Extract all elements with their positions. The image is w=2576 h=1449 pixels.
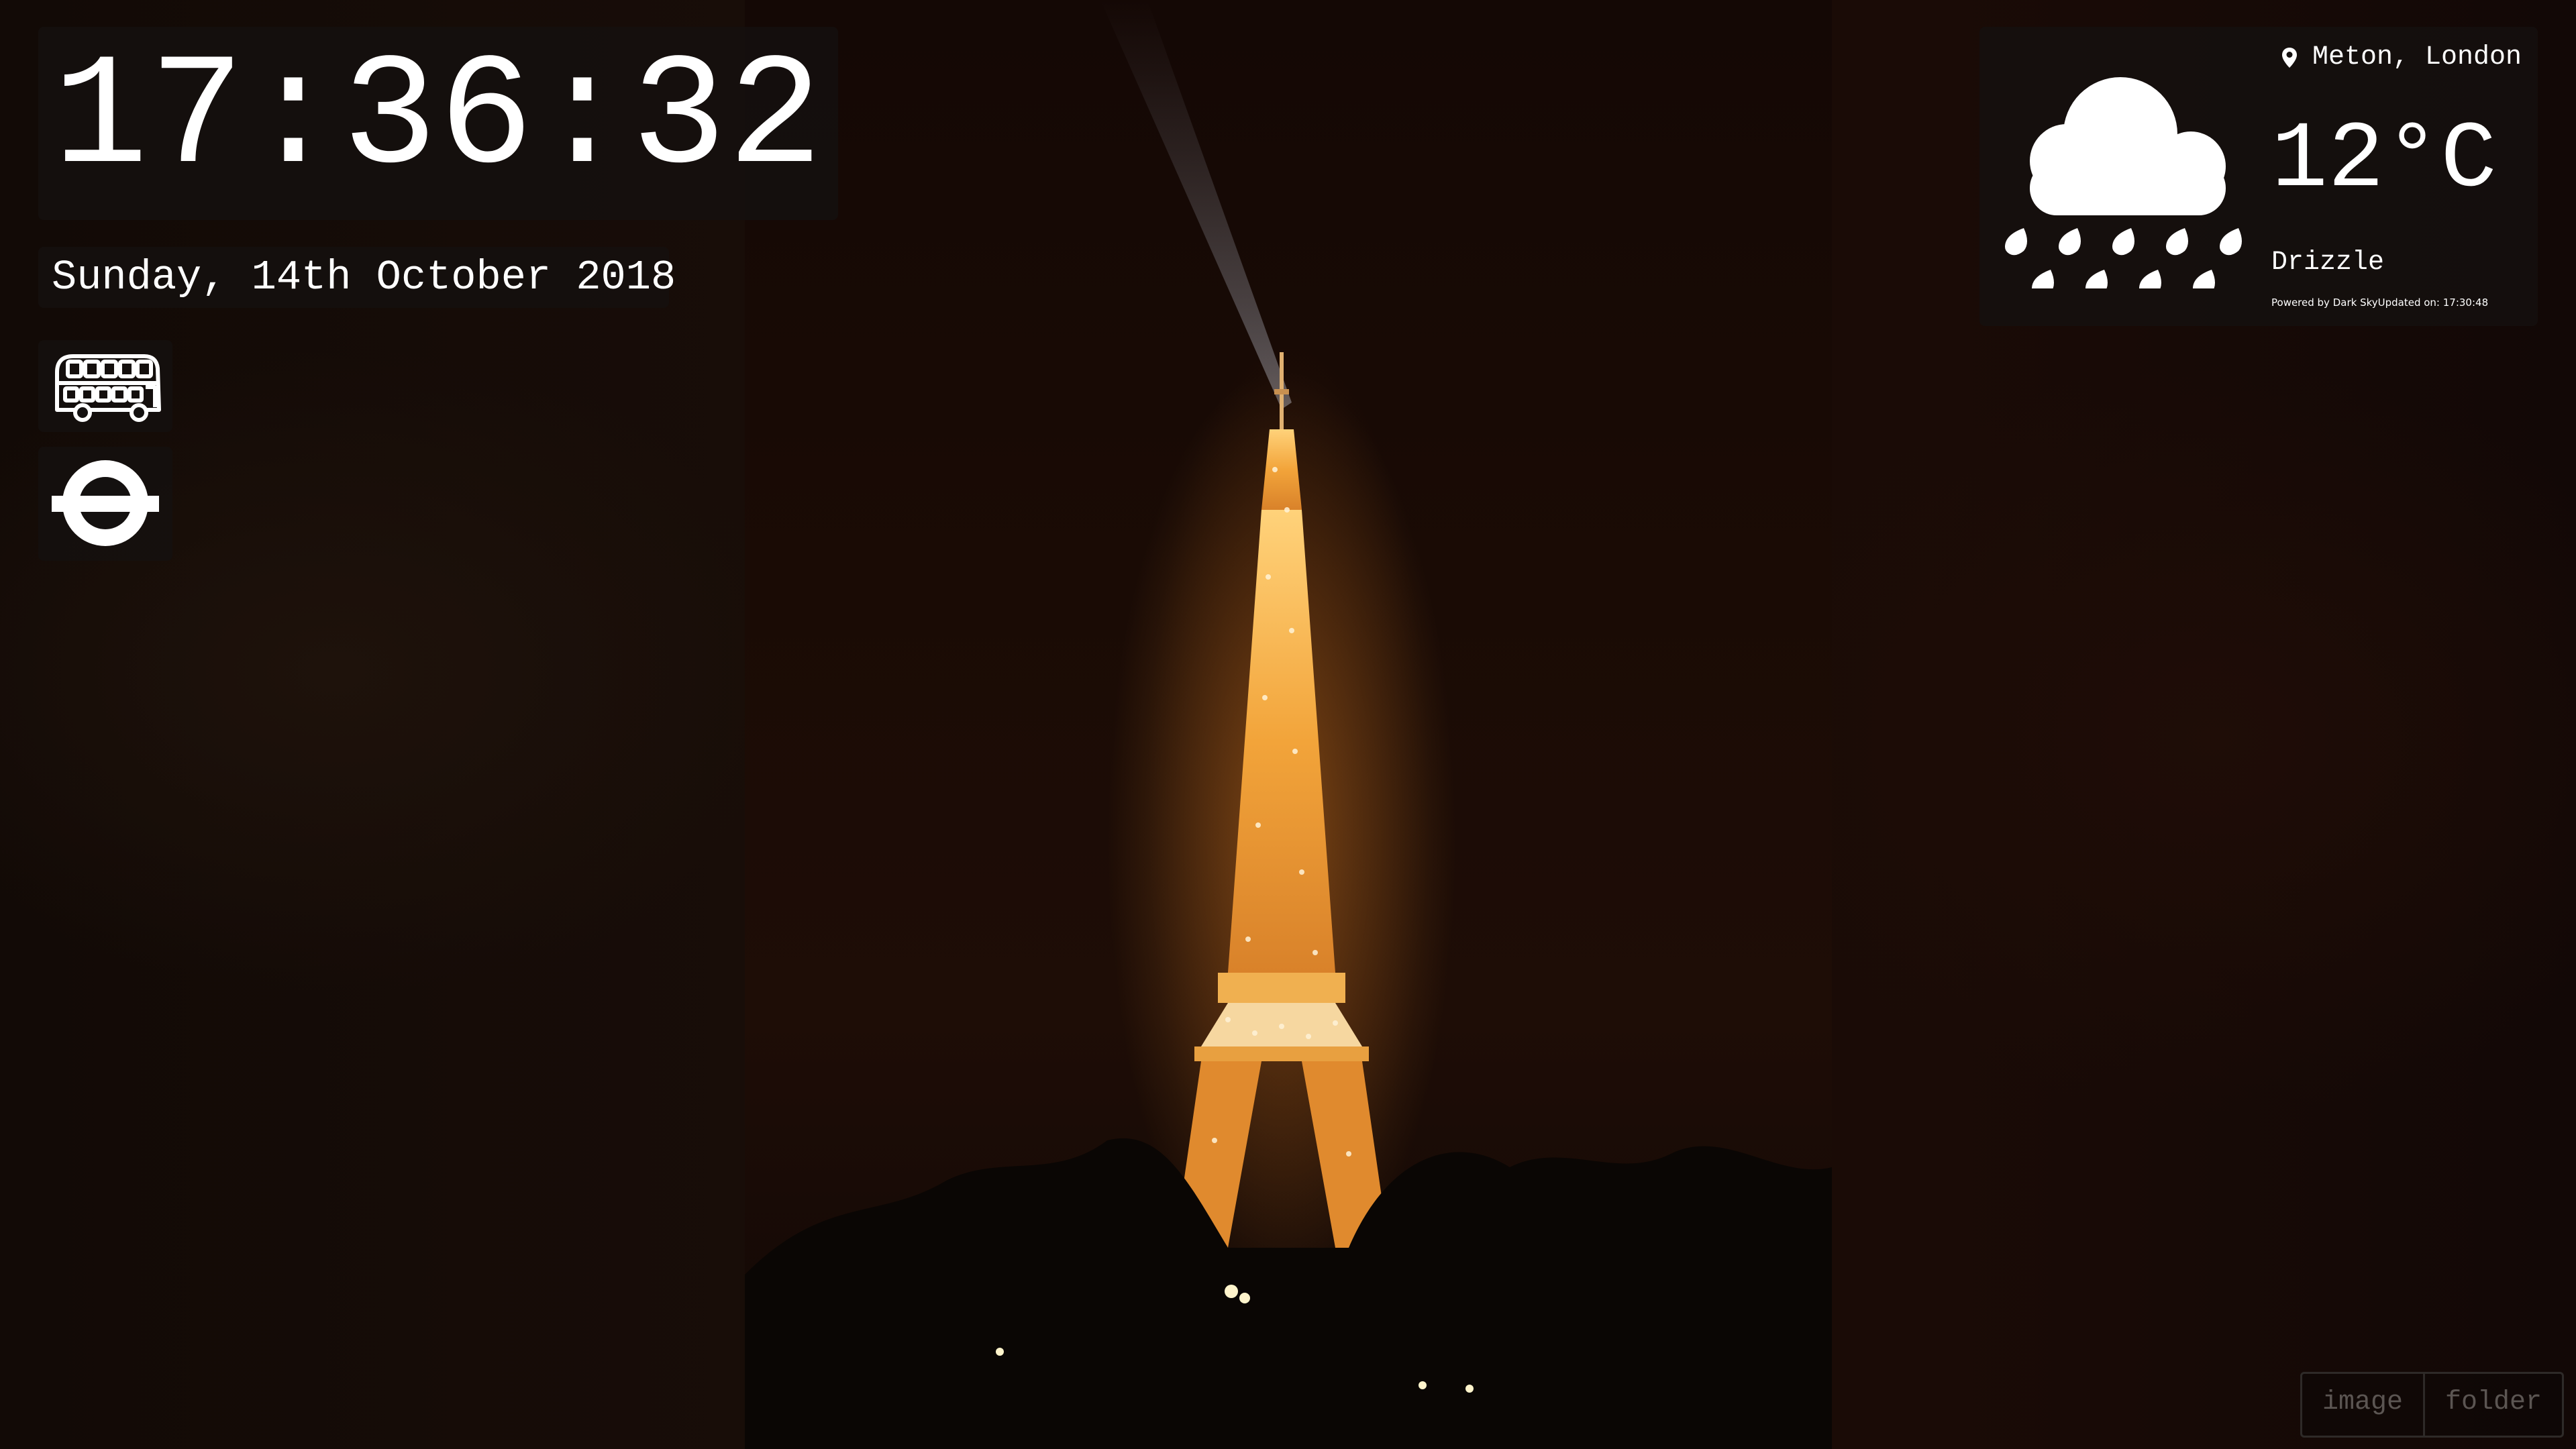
location-text: Meton, London xyxy=(2312,42,2522,72)
weather-location: Meton, London xyxy=(2281,43,2522,72)
background-photo xyxy=(745,0,1832,1449)
eiffel-tower-image xyxy=(745,0,1832,1449)
clock-panel: 17:36:32 xyxy=(38,27,838,220)
rain-cloud-icon xyxy=(2005,77,2242,288)
weather-summary: Drizzle xyxy=(2271,248,2385,278)
updated-text: Updated on: 17:30:48 xyxy=(2377,297,2489,309)
bus-button[interactable] xyxy=(38,340,172,432)
weather-footer: Powered by Dark SkyUpdated on: 17:30:48 xyxy=(2271,297,2488,309)
powered-by-text: Powered by Dark Sky xyxy=(2271,297,2378,309)
temperature: 12°C xyxy=(2271,107,2497,214)
double-decker-bus-icon xyxy=(55,354,161,422)
weather-panel: Meton, London 12°C Drizzle Powered by Da… xyxy=(1979,27,2538,326)
map-pin-icon xyxy=(2281,48,2297,68)
image-source-button[interactable]: image xyxy=(2302,1374,2423,1436)
screen: 17:36:32 Sunday, 14th October 2018 Meton… xyxy=(0,0,2576,1449)
london-underground-roundel-icon xyxy=(52,460,159,546)
date-panel: Sunday, 14th October 2018 xyxy=(38,247,676,308)
folder-source-button[interactable]: folder xyxy=(2423,1374,2562,1436)
tube-button[interactable] xyxy=(38,447,172,561)
date-text: Sunday, 14th October 2018 xyxy=(52,254,676,301)
clock-time: 17:36:32 xyxy=(53,30,824,209)
background-source-toggle: image folder xyxy=(2300,1372,2565,1438)
